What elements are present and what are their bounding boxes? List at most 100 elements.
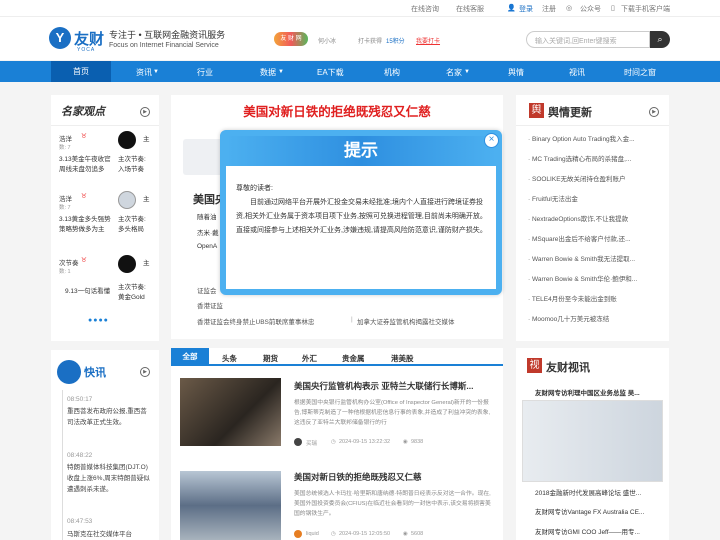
headline-title[interactable]: 美国对新日铁的拒绝既残忍又仁慈: [171, 101, 503, 120]
news-link[interactable]: 证监会: [197, 285, 217, 295]
expert-post[interactable]: 多头格局: [118, 223, 144, 233]
expert-post[interactable]: 黄金Gold: [118, 291, 145, 301]
expert-name[interactable]: 浩洋: [59, 133, 72, 143]
experts-panel: 名家观点 ▶ 浩洋 ♉ 数: 7 3.13美金午夜收官 周线未盘勿追多 主 主次…: [51, 95, 159, 341]
expert-name[interactable]: 主: [143, 133, 150, 143]
list-item[interactable]: · MC Trading选精心布局的杀猪盘,...: [528, 153, 662, 163]
flash-text[interactable]: 特朗普媒体科技集团(DJT.O)收盘上涨6%,周末特朗普疑似遭遇刺杀未遂。: [67, 462, 151, 495]
user-name: 何小冰: [318, 39, 337, 45]
expert-name[interactable]: 次节奏: [59, 257, 79, 267]
author-avatar: [294, 530, 302, 538]
video-panel: 视 友财视讯 友财网专访利理中国区业务总监 吴... 2018金融新时代发展高峰…: [516, 348, 669, 540]
flash-text[interactable]: 重西菩发布政府公报,重西菩司法改革正式生效。: [67, 406, 151, 428]
expert-post[interactable]: 3.13黄金多头强势: [59, 213, 111, 223]
arrow-right-icon[interactable]: ▶: [140, 107, 150, 117]
sentiment-panel: 舆 舆情更新 ▶ · Binary Option Auto Trading我入金…: [516, 95, 669, 341]
nav-home[interactable]: 首页: [51, 61, 111, 82]
list-item[interactable]: 2018金融新时代发展高峰论坛 盛世...: [535, 487, 663, 497]
article-title[interactable]: 美国对新日铁的拒绝既残忍又仁慈: [294, 471, 422, 483]
article-views: 9838: [411, 439, 424, 445]
download-link[interactable]: 下载手机客户端: [621, 4, 670, 14]
news-list-panel: 全部 头条 期货 外汇 贵金属 港美股 美国央行监管机构表示 亚特兰大联储行长博…: [171, 348, 503, 540]
divider: |: [351, 316, 353, 323]
list-item[interactable]: · SOOLIKE无故关闭持仓盈利账户: [528, 173, 662, 183]
nav-data[interactable]: 数据: [260, 67, 276, 78]
expert-badge-icon: ♉: [81, 257, 87, 264]
arrow-right-icon[interactable]: ▶: [649, 107, 659, 117]
tab-forex[interactable]: 外汇: [302, 353, 317, 364]
search-input[interactable]: 输入关键词,回Enter键搜索: [526, 31, 650, 48]
expert-post[interactable]: 主次节奏:: [118, 213, 146, 223]
avatar[interactable]: [118, 131, 136, 149]
nav-timewindow[interactable]: 时间之窗: [624, 67, 656, 78]
checkin-button[interactable]: 我要打卡: [416, 36, 440, 45]
tab-all[interactable]: 全部: [171, 348, 209, 366]
close-icon[interactable]: ×: [484, 133, 499, 148]
nav-sentiment[interactable]: 舆情: [508, 67, 524, 78]
expert-post[interactable]: 入场节奏: [118, 163, 144, 173]
news-link[interactable]: 香港证监会终身禁止UBS前联席董事林忠: [197, 316, 314, 326]
nav-institution[interactable]: 机构: [384, 67, 400, 78]
search-icon[interactable]: ⌕: [650, 31, 670, 48]
video-thumbnail[interactable]: [522, 400, 663, 482]
expert-post[interactable]: 3.13美金午夜收官: [59, 153, 111, 163]
lead-line[interactable]: 随着油: [197, 211, 217, 221]
article-image[interactable]: [180, 378, 281, 446]
expert-post[interactable]: 9.13一句话看懂: [65, 285, 110, 295]
expert-name[interactable]: 浩洋: [59, 193, 72, 203]
wechat-link[interactable]: 公众号: [580, 4, 601, 14]
nav-ea[interactable]: EA下载: [317, 67, 344, 78]
tab-futures[interactable]: 期货: [263, 353, 278, 364]
logo-text[interactable]: 友财: [74, 28, 104, 49]
consult-link[interactable]: 在线咨询: [411, 4, 439, 14]
avatar[interactable]: [118, 191, 136, 209]
expert-name[interactable]: 主: [143, 193, 150, 203]
news-link[interactable]: 香港证监: [197, 300, 223, 310]
tab-metals[interactable]: 贵金属: [342, 353, 365, 364]
tab-headlines[interactable]: 头条: [222, 353, 237, 364]
list-item[interactable]: · Fruitful无法出金: [528, 193, 662, 203]
list-item[interactable]: · Warren Bowie & Smith我无法提取...: [528, 253, 662, 263]
article-image[interactable]: [180, 471, 281, 540]
logo-en: YOCA: [77, 47, 96, 53]
avatar[interactable]: [118, 255, 136, 273]
register-link[interactable]: 注册: [542, 4, 556, 14]
list-item[interactable]: · MSquare出金后不给客户付款,还...: [528, 233, 662, 243]
list-item[interactable]: · TELE4月份至今未能出金到账: [528, 293, 662, 303]
article-author[interactable]: liquid: [306, 531, 319, 537]
news-link[interactable]: 加拿大证券监管机构揭露社交媒体: [357, 316, 455, 326]
list-item[interactable]: · Binary Option Auto Trading我入金...: [528, 133, 662, 143]
list-item[interactable]: · NextradeOptions欺诈,不让我提款: [528, 213, 662, 223]
expert-post[interactable]: 主次节奏:: [118, 153, 146, 163]
service-link[interactable]: 在线客服: [456, 4, 484, 14]
expert-post[interactable]: 策略势做多为主: [59, 223, 105, 233]
login-link[interactable]: 登录: [519, 4, 533, 14]
tab-stocks[interactable]: 港美股: [391, 353, 414, 364]
nav-industry[interactable]: 行业: [197, 67, 213, 78]
carousel-dots[interactable]: ●●●●: [88, 317, 109, 324]
nav-video[interactable]: 视讯: [569, 67, 585, 78]
lead-line[interactable]: 杰米·戴: [197, 227, 219, 237]
author-avatar: [294, 438, 302, 446]
experts-title: 名家观点: [61, 105, 105, 118]
flash-text[interactable]: 马斯克在社交媒体平台: [67, 528, 151, 538]
expert-post[interactable]: 主次节奏:: [118, 281, 146, 291]
list-item[interactable]: 友财网专访Vantage FX Australia CE...: [535, 506, 663, 516]
logo-icon[interactable]: Y: [49, 27, 71, 49]
slogan-cn: 专注于 • 互联网金融资讯服务: [109, 30, 226, 40]
article-thumbnail[interactable]: [183, 139, 223, 175]
expert-name[interactable]: 主: [143, 257, 150, 267]
video-caption[interactable]: 友财网专访利理中国区业务总监 吴...: [535, 387, 663, 397]
nav-experts[interactable]: 名家: [446, 67, 462, 78]
arrow-right-icon[interactable]: ▶: [140, 367, 150, 377]
eye-icon: ◉: [403, 439, 408, 445]
lead-line[interactable]: OpenA: [197, 243, 217, 250]
points-value: 15积分: [386, 39, 405, 45]
nav-news[interactable]: 资讯: [136, 67, 152, 78]
article-title[interactable]: 美国央行监管机构表示 亚特兰大联储行长博斯...: [294, 380, 473, 392]
article-author[interactable]: 买瑞: [306, 439, 317, 447]
list-item[interactable]: · Warren Bowie & Smith华伦·鲍伊和...: [528, 273, 662, 283]
list-item[interactable]: 友财网专访GMI COO Jeff——用专...: [535, 526, 663, 536]
list-item[interactable]: · Moomoo几十万美元被冻结: [528, 313, 662, 323]
expert-post[interactable]: 周线未盘勿追多: [59, 163, 105, 173]
